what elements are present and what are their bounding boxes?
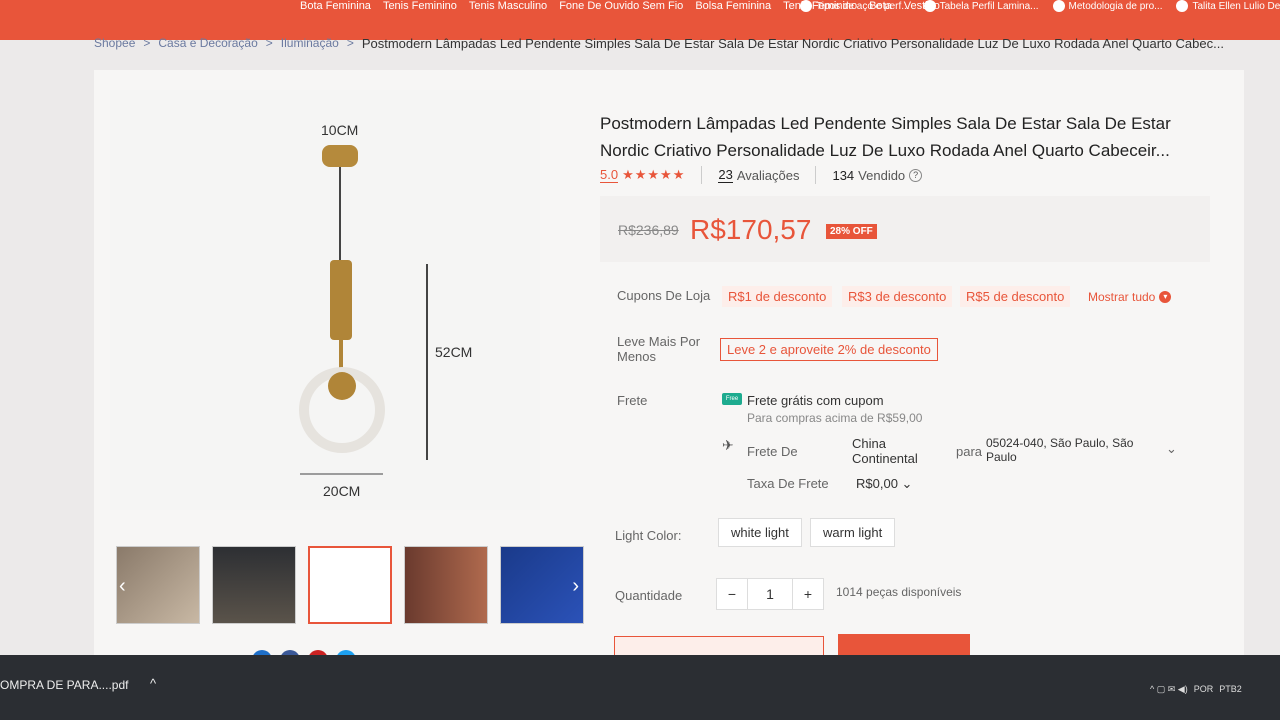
- rating-row: 5.0 ★★★★★ 23 Avaliações 134 Vendido ?: [600, 166, 923, 184]
- browser-screen: Bota Feminina Tenis Feminino Tenis Mascu…: [0, 0, 1280, 720]
- reviews-count[interactable]: 23: [718, 167, 733, 183]
- variation-label: Light Color:: [615, 528, 682, 543]
- variation-option[interactable]: white light: [718, 518, 802, 547]
- discount-badge: 28% OFF: [826, 224, 877, 239]
- chevron-up-icon[interactable]: ^: [150, 676, 156, 691]
- free-shipping-icon: Free: [722, 393, 742, 405]
- coupon-chip[interactable]: R$3 de desconto: [842, 286, 953, 307]
- free-shipping-text: Frete grátis com cupom: [747, 393, 884, 408]
- coupons-label: Cupons De Loja: [617, 288, 711, 303]
- thumbnail-selected[interactable]: [308, 546, 392, 624]
- quantity-label: Quantidade: [615, 588, 683, 603]
- buy-now-button[interactable]: [838, 634, 970, 656]
- quantity-stepper: − 1 +: [716, 578, 824, 610]
- download-item[interactable]: OMPRA DE PARA....pdf: [0, 678, 128, 692]
- sold-label: Vendido: [858, 167, 906, 183]
- show-all-label: Mostrar tudo: [1088, 290, 1156, 304]
- shipping-fee-label: Taxa De Frete: [747, 476, 829, 491]
- breadcrumb-separator: >: [346, 36, 354, 50]
- bookmark-icon: [923, 0, 936, 12]
- keyword-link[interactable]: Tenis Feminino: [383, 0, 457, 12]
- current-price: R$170,57: [690, 214, 812, 245]
- chevron-down-icon[interactable]: ⌄: [1166, 441, 1177, 457]
- ship-to-address[interactable]: 05024-040, São Paulo, São Paulo: [986, 436, 1156, 464]
- bookmark-icon: [800, 0, 812, 12]
- add-to-cart-button[interactable]: [614, 636, 824, 656]
- bulk-label: Leve Mais Por Menos: [617, 334, 701, 364]
- coupon-chip[interactable]: R$5 de desconto: [960, 286, 1071, 307]
- bookmark-icon: [1176, 0, 1189, 12]
- chevron-down-icon: ⌄: [901, 476, 913, 491]
- breadcrumb-separator: >: [265, 36, 273, 50]
- variation-option[interactable]: warm light: [810, 518, 896, 547]
- lamp-illustration: [299, 145, 428, 475]
- breadcrumb-current: Postmodern Lâmpadas Led Pendente Simples…: [361, 36, 1224, 51]
- bookmark-label: Metodologia de pro...: [1068, 0, 1163, 12]
- bookmark-icon: [1052, 0, 1065, 12]
- product-title: Postmodern Lâmpadas Led Pendente Simples…: [600, 114, 1171, 160]
- ship-to-label: para: [956, 444, 983, 459]
- keyword-link[interactable]: Bota Feminina: [300, 0, 371, 12]
- ship-from: China Continental: [852, 436, 918, 466]
- original-price: R$236,89: [618, 222, 679, 238]
- chevron-right-icon[interactable]: ›: [572, 575, 579, 598]
- bulk-offer[interactable]: Leve 2 e aproveite 2% de desconto: [720, 338, 938, 361]
- ship-from-label: Frete De: [747, 444, 798, 459]
- breadcrumb-link[interactable]: Casa e Decoração: [158, 36, 257, 51]
- breadcrumb-link[interactable]: Shopee: [94, 36, 135, 51]
- bookmark[interactable]: Tipos de aço e perf...: [800, 0, 910, 12]
- show-all-coupons[interactable]: Mostrar tudo ▾: [1088, 290, 1172, 304]
- language-indicator[interactable]: POR: [1194, 684, 1214, 695]
- quantity-input[interactable]: 1: [747, 579, 793, 609]
- tray-icons[interactable]: ^ ▢ ✉ ◀): [1150, 684, 1188, 695]
- system-tray: ^ ▢ ✉ ◀) POR PTB2: [1150, 684, 1242, 695]
- breadcrumb: Shopee > Casa e Decoração > Iluminação >…: [94, 36, 1224, 51]
- product-main-image[interactable]: 10CM 52CM 20CM: [110, 90, 540, 510]
- bookmark-label: Talita Ellen Lulio De...: [1192, 0, 1280, 12]
- plane-icon: ✈: [722, 437, 734, 453]
- price-box: R$236,89 R$170,57 28% OFF: [600, 196, 1210, 262]
- keyword-link[interactable]: Bolsa Feminina: [695, 0, 771, 12]
- thumbnail[interactable]: ›: [500, 546, 584, 624]
- bookmark-label: Tabela Perfil Lamina...: [939, 0, 1039, 12]
- thumbnail-strip: ‹ ›: [116, 546, 584, 624]
- shopee-header-bar: Bota Feminina Tenis Feminino Tenis Mascu…: [0, 0, 1280, 40]
- thumbnail[interactable]: ‹: [116, 546, 200, 624]
- os-taskbar: [0, 655, 1280, 720]
- divider: [701, 166, 703, 184]
- chevron-down-icon: ▾: [1159, 291, 1172, 303]
- decrease-button[interactable]: −: [717, 579, 747, 609]
- dimension-width: 20CM: [323, 483, 361, 499]
- reviews-label: Avaliações: [736, 167, 800, 183]
- coupon-chip[interactable]: R$1 de desconto: [722, 286, 833, 307]
- dimension-top: 10CM: [321, 122, 359, 138]
- free-shipping-condition: Para compras acima de R$59,00: [747, 411, 923, 425]
- stock-available: 1014 peças disponíveis: [836, 585, 962, 599]
- breadcrumb-link[interactable]: Iluminação: [281, 36, 339, 51]
- bookmark[interactable]: Tabela Perfil Lamina...: [923, 0, 1039, 12]
- divider: [815, 166, 817, 184]
- bookmarks-bar: Tipos de aço e perf... Tabela Perfil Lam…: [800, 0, 1280, 12]
- thumbnail[interactable]: [404, 546, 488, 624]
- thumbnail[interactable]: [212, 546, 296, 624]
- rating-score[interactable]: 5.0: [600, 167, 619, 183]
- star-icons: ★★★★★: [622, 167, 686, 182]
- keyword-link[interactable]: Tenis Masculino: [469, 0, 547, 12]
- keyword-link[interactable]: Fone De Ouvido Sem Fio: [559, 0, 683, 12]
- shipping-fee[interactable]: R$0,00 ⌄: [856, 476, 912, 492]
- info-icon[interactable]: ?: [909, 168, 923, 182]
- bookmark[interactable]: Talita Ellen Lulio De...: [1176, 0, 1280, 12]
- shipping-fee-value: R$0,00: [856, 476, 898, 491]
- shipping-label: Frete: [617, 393, 648, 408]
- increase-button[interactable]: +: [793, 579, 823, 609]
- sold-count: 134: [832, 167, 855, 183]
- keyboard-layout[interactable]: PTB2: [1219, 684, 1242, 695]
- bookmark-label: Tipos de aço e perf...: [816, 0, 910, 12]
- chevron-left-icon[interactable]: ‹: [119, 575, 126, 598]
- breadcrumb-separator: >: [143, 36, 151, 50]
- dimension-height: 52CM: [435, 344, 473, 360]
- bookmark[interactable]: Metodologia de pro...: [1052, 0, 1163, 12]
